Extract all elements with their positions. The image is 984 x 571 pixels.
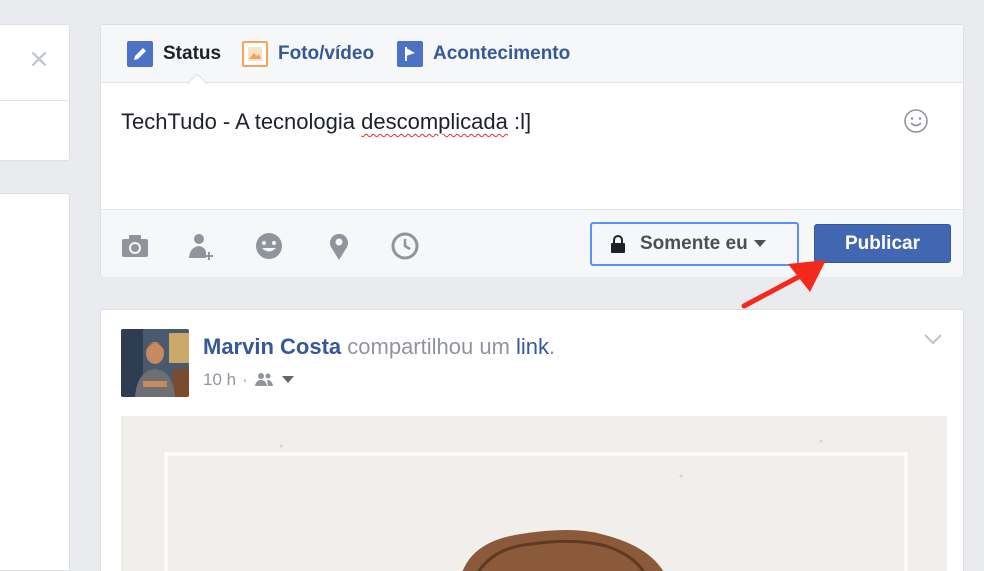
photo-icon (242, 41, 268, 67)
post-link[interactable]: link (516, 334, 549, 359)
annotation-arrow (741, 260, 826, 309)
left-card-bottom (0, 193, 70, 571)
tab-label: Foto/vídeo (278, 43, 375, 64)
camera-icon[interactable] (119, 230, 151, 262)
tab-label: Status (163, 43, 222, 64)
tab-label: Acontecimento (433, 43, 571, 64)
feeling-icon[interactable] (253, 230, 285, 262)
feed-post: Marvin Costa compartilhou um link. 10 h … (100, 309, 964, 571)
composer-tabs: Status Foto/vídeo Acontecimento (101, 25, 963, 84)
privacy-label: Somente eu (640, 233, 748, 254)
tab-life-event[interactable]: Acontecimento (397, 41, 570, 67)
active-tab-caret (187, 73, 207, 84)
chevron-down-icon[interactable] (281, 376, 294, 384)
misspelled-word: descomplicada (361, 109, 508, 134)
meta-separator: · (242, 370, 248, 389)
status-composer: Status Foto/vídeo Acontecimento TechTudo… (100, 24, 964, 277)
post-timestamp[interactable]: 10 h (203, 370, 236, 390)
pencil-icon (127, 41, 153, 67)
tag-people-icon[interactable] (185, 230, 217, 262)
composer-text-start: TechTudo - A tecnologia (121, 109, 362, 134)
divider (0, 100, 69, 101)
tab-status[interactable]: Status (127, 41, 221, 67)
location-icon[interactable] (323, 230, 355, 262)
post-meta: 10 h · (203, 370, 294, 390)
emoji-icon[interactable] (903, 108, 929, 134)
avatar[interactable] (121, 329, 189, 397)
chevron-down-icon (753, 240, 766, 247)
tab-photo-video[interactable]: Foto/vídeo (242, 41, 374, 67)
post-author[interactable]: Marvin Costa (203, 334, 341, 359)
portrait-illustration (121, 416, 947, 571)
post-verb: compartilhou um (341, 334, 517, 359)
composer-input[interactable]: TechTudo - A tecnologia descomplicada :l… (121, 109, 531, 135)
composer-text-end: :l] (507, 109, 532, 134)
post-link-image[interactable] (121, 416, 947, 571)
post-period: . (549, 334, 556, 359)
friends-audience-icon[interactable] (254, 372, 276, 388)
flag-icon (397, 41, 423, 67)
post-options-chevron-icon[interactable] (923, 332, 943, 346)
close-icon[interactable]: × (28, 46, 50, 72)
lock-icon (611, 235, 625, 253)
clock-icon[interactable] (389, 230, 421, 262)
post-header: Marvin Costa compartilhou um link. (203, 334, 555, 360)
